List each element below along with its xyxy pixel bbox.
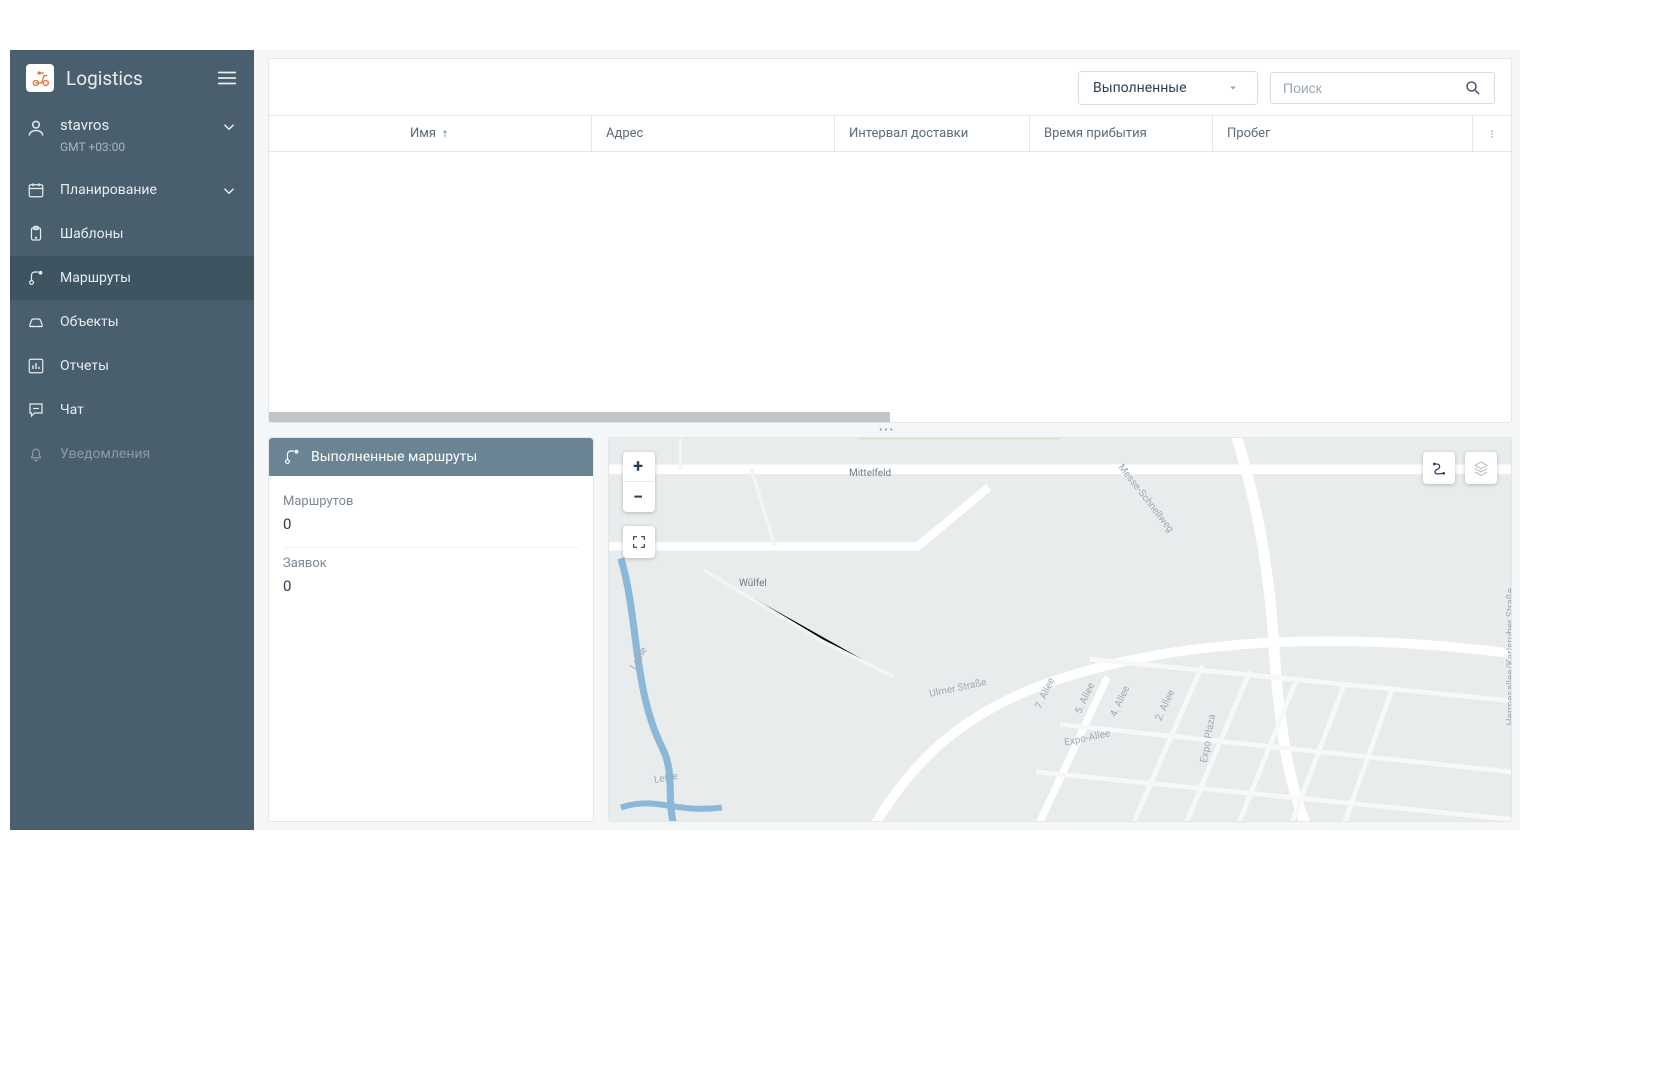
layers-icon	[1473, 460, 1489, 476]
bell-icon	[26, 444, 46, 464]
fullscreen-icon	[631, 534, 647, 550]
app-logo	[26, 64, 54, 92]
summary-routes: Маршрутов 0	[283, 486, 579, 548]
user-account-row[interactable]: stavros GMT +03:00	[10, 106, 254, 168]
map-controls-left: + −	[623, 452, 655, 558]
user-timezone: GMT +03:00	[60, 140, 206, 154]
column-options-button[interactable]	[1473, 116, 1511, 151]
zoom-out-button[interactable]: −	[623, 482, 653, 512]
nav-label: Планирование	[60, 182, 157, 198]
summary-orders-value: 0	[283, 577, 579, 595]
splitter: •••	[254, 423, 1520, 437]
column-header-arrival[interactable]: Время прибытия	[1030, 116, 1213, 151]
status-filter-select[interactable]: Выполненные	[1078, 71, 1258, 105]
search-box[interactable]	[1270, 72, 1495, 104]
nav-item-objects[interactable]: Объекты	[10, 300, 254, 344]
user-name: stavros	[60, 116, 206, 136]
menu-toggle-button[interactable]	[216, 67, 238, 89]
car-icon	[26, 312, 46, 332]
filter-row: Выполненные	[269, 59, 1511, 115]
sidebar: Logistics stavros GMT +03:00 Планировани…	[10, 50, 254, 830]
summary-orders: Заявок 0	[283, 548, 579, 609]
brand-title: Logistics	[66, 67, 204, 90]
bottom-row: Выполненные маршруты Маршрутов 0 Заявок …	[254, 437, 1520, 830]
nav-item-templates[interactable]: Шаблоны	[10, 212, 254, 256]
nav-list: Планирование Шаблоны Маршруты Объекты От…	[10, 168, 254, 476]
route-icon	[26, 268, 46, 288]
nav-label: Маршруты	[60, 270, 131, 286]
nav-item-chat[interactable]: Чат	[10, 388, 254, 432]
calendar-icon	[26, 180, 46, 200]
summary-title: Выполненные маршруты	[311, 449, 477, 465]
nav-label: Уведомления	[60, 446, 150, 462]
search-icon	[1464, 79, 1482, 97]
summary-routes-value: 0	[283, 515, 579, 533]
table-scrollbar[interactable]	[269, 412, 1511, 422]
map-label-hk: Hermesallee/Karlsruher Straße	[1505, 588, 1512, 725]
summary-orders-label: Заявок	[283, 556, 579, 571]
chat-icon	[26, 400, 46, 420]
nav-item-notifications[interactable]: Уведомления	[10, 432, 254, 476]
map-controls-right	[1423, 452, 1497, 484]
summary-panel: Выполненные маршруты Маршрутов 0 Заявок …	[268, 437, 594, 822]
column-header-address[interactable]: Адрес	[592, 116, 835, 151]
dropdown-arrow-icon	[1227, 82, 1239, 94]
map-label-mittelfeld: Mittelfeld	[849, 468, 891, 479]
summary-body: Маршрутов 0 Заявок 0	[269, 476, 593, 619]
status-filter-value: Выполненные	[1093, 80, 1187, 96]
column-header-interval[interactable]: Интервал доставки	[835, 116, 1030, 151]
layers-button[interactable]	[1465, 452, 1497, 484]
summary-routes-label: Маршрутов	[283, 494, 579, 509]
hamburger-icon	[216, 67, 238, 89]
zoom-in-button[interactable]: +	[623, 452, 653, 482]
chevron-down-icon	[220, 118, 238, 136]
column-header-mileage[interactable]: Пробег	[1213, 116, 1473, 151]
route-toggle-button[interactable]	[1423, 452, 1455, 484]
search-input[interactable]	[1283, 80, 1464, 96]
nav-label: Чат	[60, 402, 84, 418]
more-vertical-icon	[1487, 127, 1497, 141]
nav-item-planning[interactable]: Планирование	[10, 168, 254, 212]
scrollbar-thumb[interactable]	[269, 412, 890, 422]
zoom-control: + −	[623, 452, 655, 512]
chart-icon	[26, 356, 46, 376]
nav-item-reports[interactable]: Отчеты	[10, 344, 254, 388]
main-content: Выполненные Имя Адрес Интервал доставки …	[254, 50, 1520, 830]
scooter-icon	[30, 68, 50, 88]
map-panel[interactable]: Mittelfeld Wülfel Leine Leine Messe-Schn…	[608, 437, 1512, 822]
splitter-handle[interactable]: •••	[879, 425, 895, 436]
clipboard-icon	[26, 224, 46, 244]
nav-label: Шаблоны	[60, 226, 124, 242]
map-tiles	[609, 438, 1511, 821]
map-label-wulfel: Wülfel	[739, 578, 767, 589]
fullscreen-button[interactable]	[623, 526, 655, 558]
route-pin-icon	[283, 448, 301, 466]
sort-asc-icon	[440, 129, 450, 139]
chevron-down-icon	[220, 182, 238, 200]
nav-item-routes[interactable]: Маршруты	[10, 256, 254, 300]
table-body	[269, 152, 1511, 412]
user-icon	[26, 118, 46, 142]
top-panel: Выполненные Имя Адрес Интервал доставки …	[268, 58, 1512, 423]
nav-label: Объекты	[60, 314, 119, 330]
nav-label: Отчеты	[60, 358, 109, 374]
column-header-name[interactable]: Имя	[269, 116, 592, 151]
summary-header: Выполненные маршруты	[269, 438, 593, 476]
table-header: Имя Адрес Интервал доставки Время прибыт…	[269, 115, 1511, 152]
sidebar-header: Logistics	[10, 50, 254, 106]
route-s-icon	[1431, 460, 1447, 476]
